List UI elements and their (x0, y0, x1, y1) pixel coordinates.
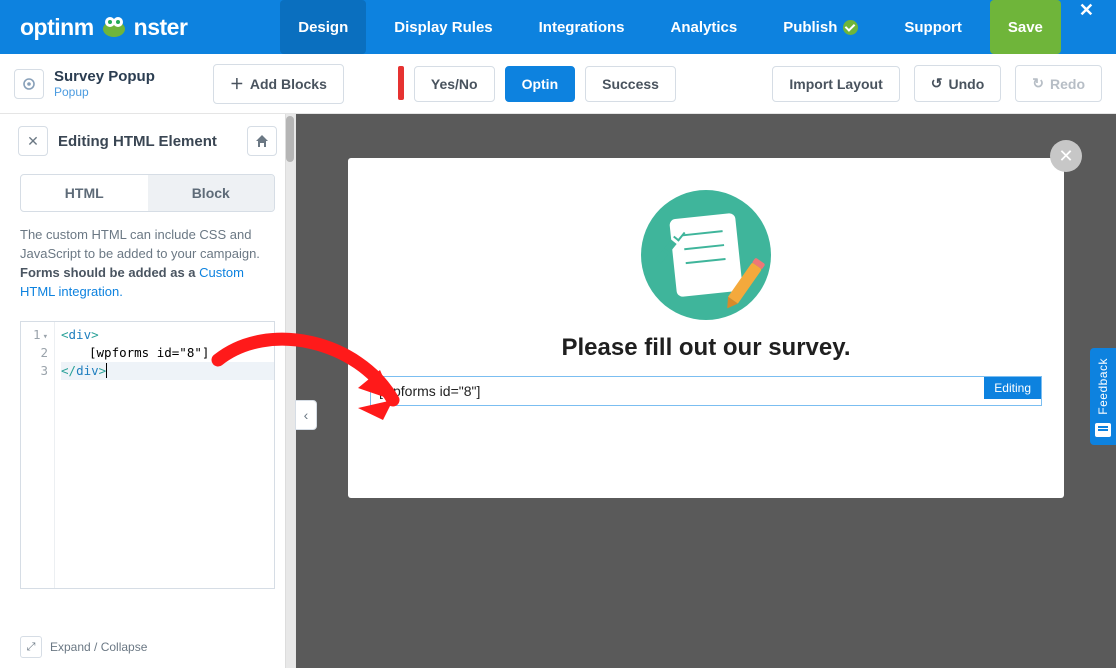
mode-success-button[interactable]: Success (585, 66, 676, 102)
yesno-indicator (398, 66, 404, 100)
nav-items: Design Display Rules Integrations Analyt… (187, 0, 1116, 54)
desc-bold: Forms should be added as a (20, 265, 199, 280)
shortcode-text: [wpforms id="8"] (379, 383, 480, 399)
code-l3-tag: div (76, 363, 99, 378)
add-blocks-button[interactable]: ＋ Add Blocks (213, 64, 344, 104)
redo-button[interactable]: ↻ Redo (1015, 65, 1102, 102)
line-number-1: 1 (33, 327, 41, 342)
campaign-gear-icon[interactable] (14, 69, 44, 99)
survey-clipboard-icon (641, 190, 771, 320)
sidebar-header: ✕ Editing HTML Element (0, 114, 295, 168)
mode-group: Yes/No Optin Success (398, 66, 676, 102)
line-number-3: 3 (21, 362, 48, 380)
sidebar-scrollbar[interactable] (285, 114, 295, 668)
publish-check-icon (843, 20, 858, 35)
logo: optinm nster (20, 14, 187, 41)
sidebar: ✕ Editing HTML Element HTML Block The cu… (0, 114, 296, 668)
sidebar-footer: ⤢ Expand / Collapse (0, 630, 295, 668)
redo-label: Redo (1050, 76, 1085, 92)
logo-text-post: nster (134, 14, 188, 41)
sidebar-description: The custom HTML can include CSS and Java… (0, 226, 295, 313)
canvas: ‹ ✕ Please fill out our survey. [wpforms… (296, 114, 1116, 668)
undo-label: Undo (949, 76, 985, 92)
campaign-subtitle[interactable]: Popup (54, 85, 155, 99)
code-lines: <div> [wpforms id="8"] </div> (55, 322, 274, 380)
code-l1-close: > (91, 327, 99, 342)
mode-optin-button[interactable]: Optin (505, 66, 576, 102)
sidebar-title: Editing HTML Element (58, 133, 237, 150)
plus-icon: ＋ (230, 74, 244, 94)
expand-label[interactable]: Expand / Collapse (50, 640, 147, 654)
nav-analytics[interactable]: Analytics (652, 0, 755, 54)
import-layout-button[interactable]: Import Layout (772, 66, 899, 102)
logo-monster-icon (100, 16, 128, 38)
code-l1-tag: div (69, 327, 92, 342)
nav-display-rules[interactable]: Display Rules (376, 0, 510, 54)
code-l1-open: < (61, 327, 69, 342)
undo-button[interactable]: ↺ Undo (914, 65, 1002, 102)
popup-heading[interactable]: Please fill out our survey. (370, 334, 1042, 362)
sidebar-home-button[interactable] (247, 126, 277, 156)
top-nav: optinm nster Design Display Rules Integr… (0, 0, 1116, 54)
chat-icon (1095, 423, 1111, 437)
code-l3-open: </ (61, 363, 76, 378)
nav-design[interactable]: Design (280, 0, 366, 54)
desc-text: The custom HTML can include CSS and Java… (20, 227, 260, 261)
shortcode-field[interactable]: [wpforms id="8"] Editing (370, 376, 1042, 406)
campaign-card: Survey Popup Popup (14, 68, 155, 99)
code-gutter: 1▾ 2 3 (21, 322, 55, 588)
popup-preview[interactable]: ✕ Please fill out our survey. [wpforms i… (348, 158, 1064, 498)
undo-icon: ↺ (931, 75, 943, 92)
save-button[interactable]: Save (990, 0, 1061, 54)
nav-publish[interactable]: Publish (765, 0, 876, 54)
collapse-sidebar-button[interactable]: ‹ (295, 400, 317, 430)
close-button[interactable]: ✕ (1071, 0, 1102, 54)
feedback-label: Feedback (1096, 358, 1110, 415)
nav-support[interactable]: Support (886, 0, 980, 54)
mode-yesno-button[interactable]: Yes/No (414, 66, 495, 102)
home-icon (255, 134, 269, 148)
fold-icon[interactable]: ▾ (43, 332, 48, 342)
code-cursor (106, 363, 115, 378)
expand-icon[interactable]: ⤢ (20, 636, 42, 658)
tab-block[interactable]: Block (148, 175, 275, 211)
sidebar-close-button[interactable]: ✕ (18, 126, 48, 156)
main: ✕ Editing HTML Element HTML Block The cu… (0, 114, 1116, 668)
code-l2: [wpforms id="8"] (61, 344, 274, 362)
tab-html[interactable]: HTML (21, 175, 148, 211)
sidebar-tabs: HTML Block (20, 174, 275, 212)
campaign-title: Survey Popup (54, 68, 155, 85)
nav-publish-label: Publish (783, 19, 837, 36)
nav-integrations[interactable]: Integrations (521, 0, 643, 54)
line-number-2: 2 (21, 344, 48, 362)
code-editor[interactable]: 1▾ 2 3 <div> [wpforms id="8"] </div> (20, 321, 275, 589)
popup-close-button[interactable]: ✕ (1050, 140, 1082, 172)
add-blocks-label: Add Blocks (250, 76, 327, 92)
toolbar: Survey Popup Popup ＋ Add Blocks Yes/No Op… (0, 54, 1116, 114)
editing-badge: Editing (984, 377, 1041, 399)
feedback-tab[interactable]: Feedback (1090, 348, 1116, 445)
redo-icon: ↻ (1032, 75, 1044, 92)
logo-text-pre: optinm (20, 14, 94, 41)
